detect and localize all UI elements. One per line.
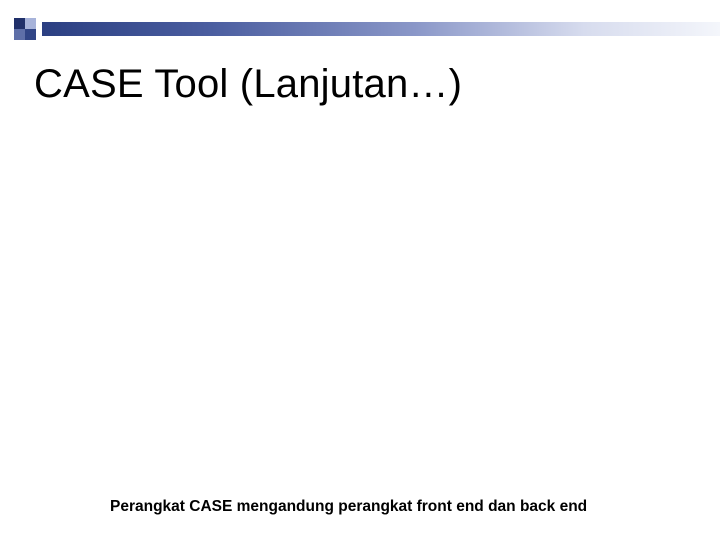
accent-gradient-bar xyxy=(42,22,720,36)
slide-title: CASE Tool (Lanjutan…) xyxy=(34,62,462,107)
slide-body-text: Perangkat CASE mengandung perangkat fron… xyxy=(110,498,587,516)
slide: CASE Tool (Lanjutan…) Perangkat CASE men… xyxy=(0,0,720,540)
slide-top-accent xyxy=(0,18,720,40)
accent-squares-icon xyxy=(14,18,36,40)
